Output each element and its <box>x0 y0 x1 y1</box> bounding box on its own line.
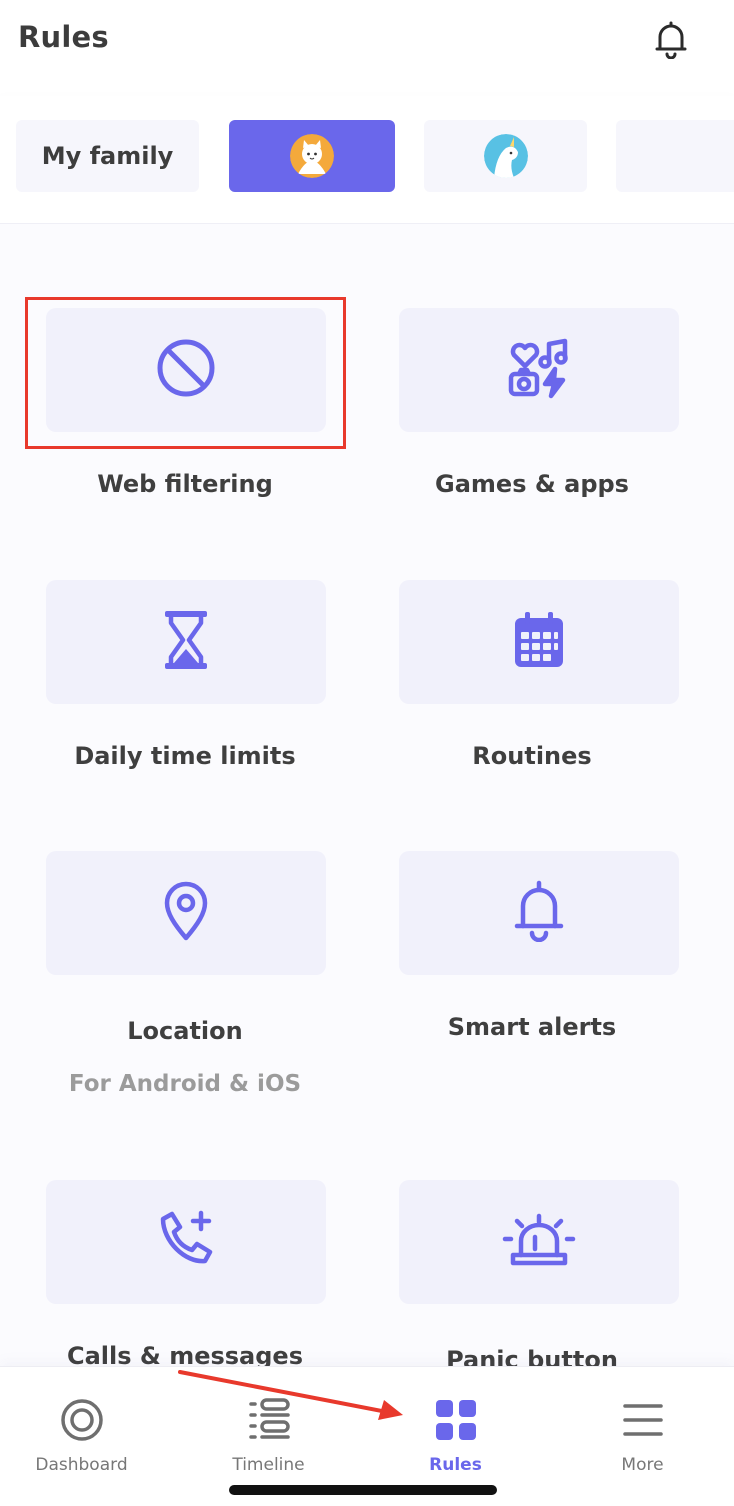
home-indicator <box>229 1485 497 1495</box>
panic-button-tile[interactable] <box>399 1180 679 1304</box>
top-bar: Rules <box>0 0 734 90</box>
unicorn-avatar <box>483 134 528 178</box>
child-profile-chip[interactable] <box>616 120 734 192</box>
tab-label: Dashboard <box>35 1455 128 1475</box>
siren-icon <box>501 1213 577 1271</box>
phone-plus-icon <box>155 1209 217 1275</box>
highlight-box <box>25 297 346 449</box>
card-label: Panic button <box>446 1346 618 1366</box>
location-tile[interactable] <box>46 851 326 975</box>
calendar-icon <box>512 610 566 674</box>
card-label: Web filtering <box>97 470 273 498</box>
tab-label: Timeline <box>232 1455 305 1475</box>
card-label: Calls & messages <box>67 1342 303 1366</box>
games-apps-tile[interactable] <box>399 308 679 432</box>
notifications-bell-icon[interactable] <box>648 16 694 62</box>
grid-icon <box>364 1397 547 1443</box>
card-label: Games & apps <box>435 470 629 498</box>
page-title: Rules <box>18 20 109 54</box>
card-label: Smart alerts <box>447 1013 617 1041</box>
tab-dashboard[interactable]: Dashboard <box>0 1367 173 1487</box>
dashboard-icon <box>0 1397 173 1443</box>
timeline-icon <box>177 1397 360 1443</box>
card-sublabel: For Android & iOS <box>68 1071 302 1097</box>
card-label: Location <box>127 1017 243 1045</box>
child-profile-chip-active[interactable] <box>229 120 395 192</box>
tab-label: More <box>621 1455 664 1475</box>
menu-icon <box>551 1397 734 1443</box>
location-pin-icon <box>162 880 210 946</box>
smart-alerts-tile[interactable] <box>399 851 679 975</box>
daily-time-limits-tile[interactable] <box>46 580 326 704</box>
tab-rules[interactable]: Rules <box>364 1367 547 1487</box>
hourglass-icon <box>161 609 211 675</box>
bell-icon <box>511 880 567 946</box>
routines-tile[interactable] <box>399 580 679 704</box>
tab-more[interactable]: More <box>551 1367 734 1487</box>
card-label: Daily time limits <box>74 742 296 770</box>
cat-avatar <box>290 134 334 178</box>
card-label: Routines <box>472 742 592 770</box>
tab-label: Rules <box>429 1455 482 1475</box>
calls-messages-tile[interactable] <box>46 1180 326 1304</box>
apps-icon <box>507 336 571 404</box>
my-family-chip[interactable]: My family <box>16 120 199 192</box>
tab-timeline[interactable]: Timeline <box>177 1367 360 1487</box>
profile-selector: My family <box>0 96 734 224</box>
child-profile-chip[interactable] <box>424 120 587 192</box>
